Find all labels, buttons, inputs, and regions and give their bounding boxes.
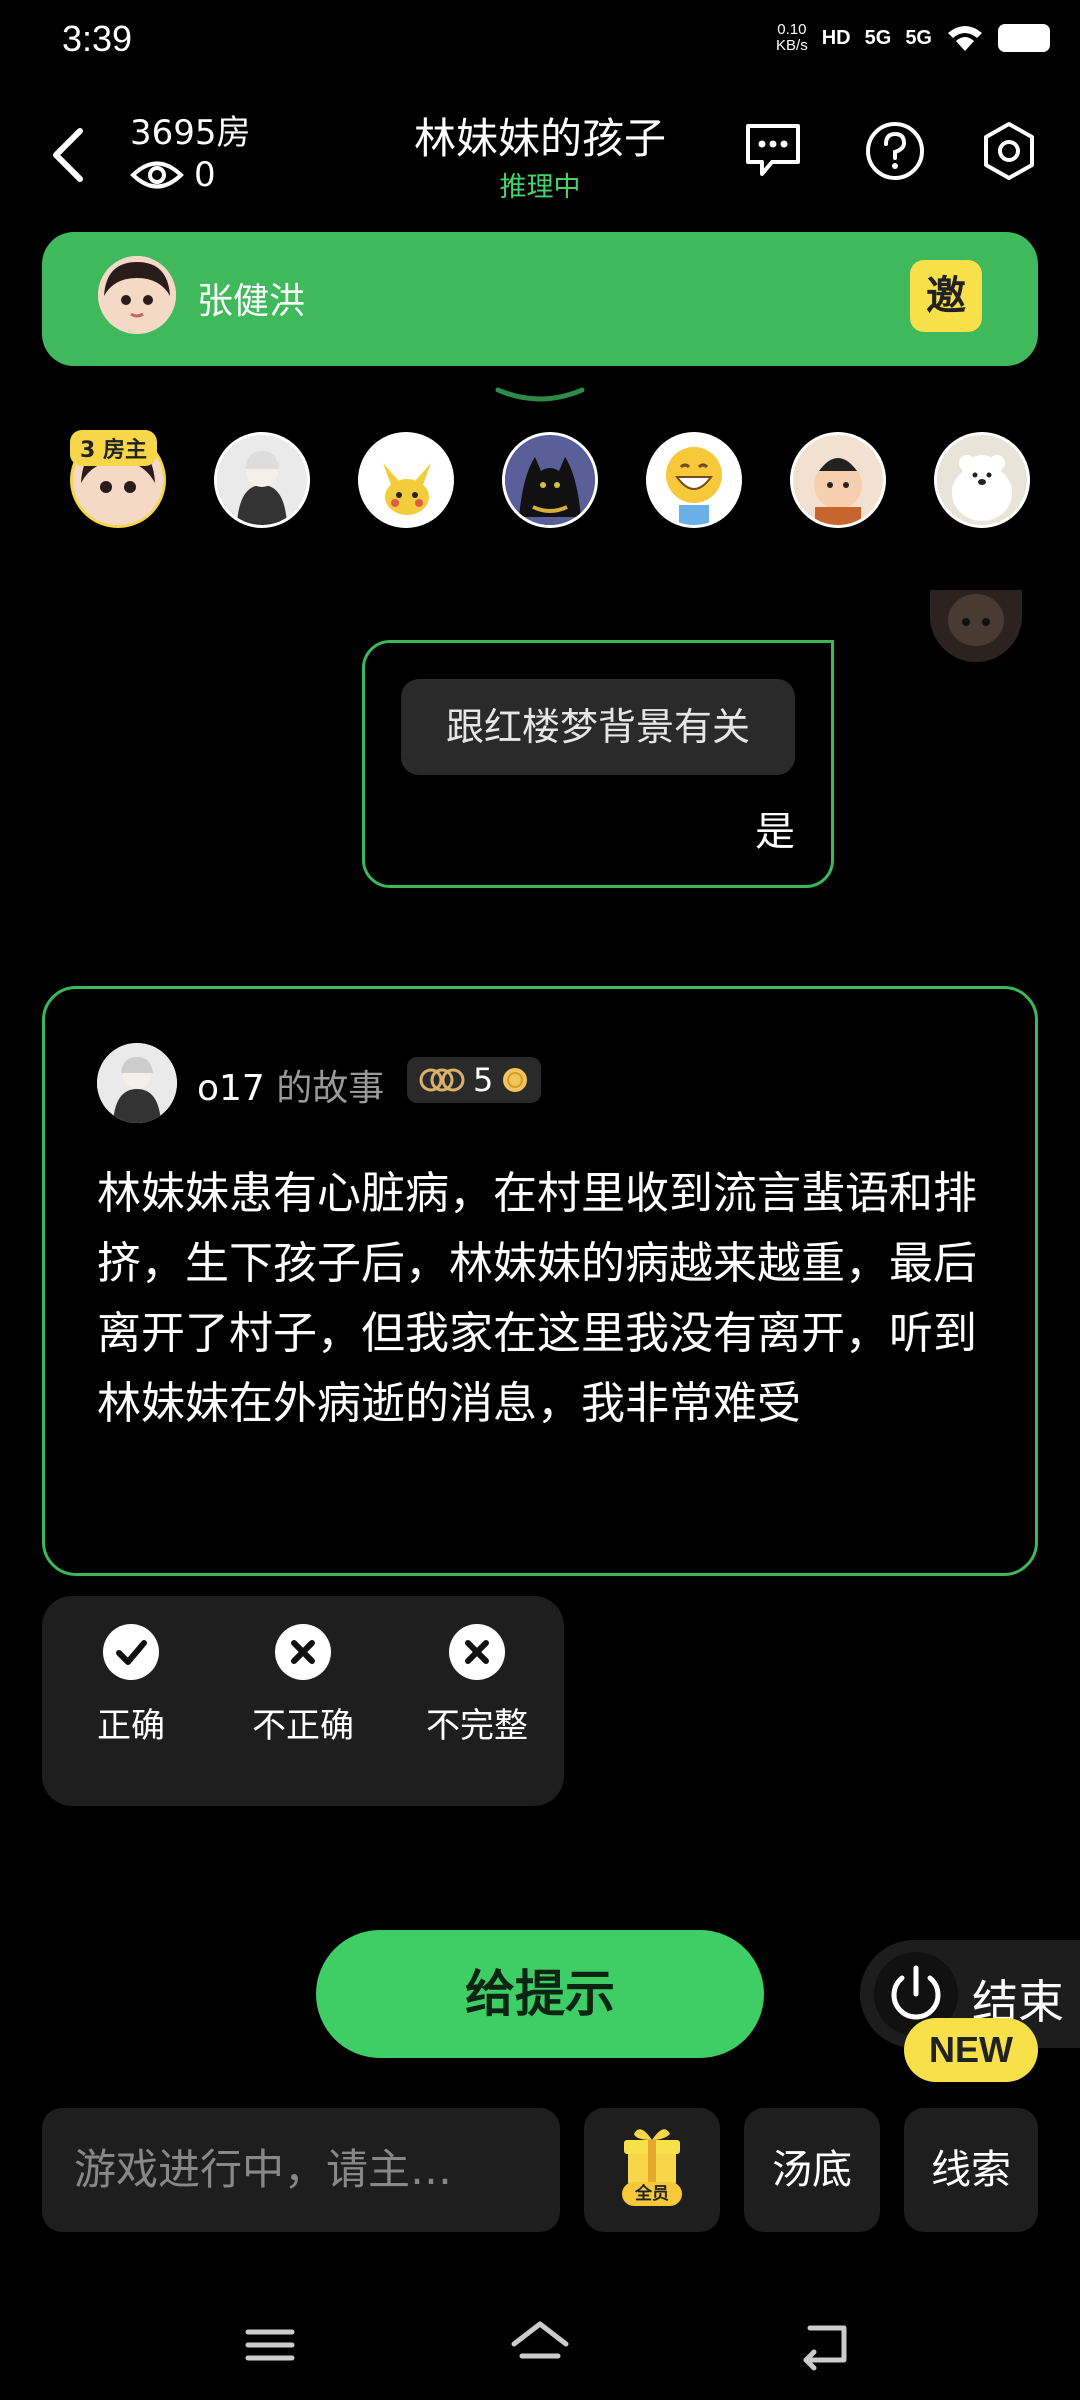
player-avatar-3[interactable] bbox=[358, 432, 454, 528]
story-author: o17 的故事 bbox=[197, 1059, 384, 1111]
home-icon[interactable] bbox=[508, 2316, 572, 2372]
soup-bottom-button[interactable]: 汤底 bbox=[744, 2108, 880, 2232]
cross-icon bbox=[275, 1624, 331, 1680]
hint-button[interactable]: 给提示 bbox=[316, 1930, 764, 2058]
status-icons: 0.10 KB/s HD 5G 5G bbox=[776, 22, 1050, 54]
player-avatar-4[interactable] bbox=[502, 432, 598, 528]
check-icon bbox=[103, 1624, 159, 1680]
partial-cross-icon bbox=[449, 1624, 505, 1680]
menu-icon[interactable] bbox=[240, 2320, 300, 2370]
net-speed: 0.10 KB/s bbox=[776, 21, 808, 54]
status-bar: 3:39 0.10 KB/s HD 5G 5G bbox=[0, 0, 1080, 90]
reward-count: 5 bbox=[473, 1061, 494, 1099]
signal-1: 5G bbox=[864, 26, 892, 49]
correct-button[interactable]: 正确 bbox=[46, 1624, 216, 1747]
system-nav-bar bbox=[0, 2300, 1080, 2400]
player-avatar-2[interactable] bbox=[214, 432, 310, 528]
invite-button[interactable]: 邀 bbox=[910, 260, 982, 332]
player-avatar-6[interactable] bbox=[790, 432, 886, 528]
message-input[interactable]: 游戏进行中，请主… bbox=[42, 2108, 560, 2232]
incorrect-label: 不正确 bbox=[252, 1706, 354, 1746]
judge-actions: 正确 不正确 不完整 bbox=[42, 1596, 564, 1806]
incomplete-label: 不完整 bbox=[426, 1706, 528, 1746]
battery-icon bbox=[998, 24, 1050, 52]
settings-icon[interactable] bbox=[978, 120, 1040, 182]
incorrect-button[interactable]: 不正确 bbox=[218, 1624, 388, 1747]
gift-tag: 全员 bbox=[635, 2184, 669, 2204]
asker-avatar bbox=[930, 590, 1022, 662]
question-card: 跟红楼梦背景有关 是 bbox=[362, 640, 834, 888]
incomplete-button[interactable]: 不完整 bbox=[392, 1624, 562, 1747]
story-reward-badge: 5 bbox=[407, 1057, 542, 1103]
host-name: 张健洪 bbox=[197, 281, 306, 322]
host-bar[interactable]: 张健洪 邀 bbox=[42, 232, 1038, 366]
collapse-chevron-icon[interactable] bbox=[494, 386, 586, 404]
signal-2: 5G bbox=[905, 26, 932, 49]
top-bar: 3695房 0 林妹妹的孩子 推理中 bbox=[0, 95, 1080, 205]
story-text: 林妹妹患有心脏病，在村里收到流言蜚语和排挤，生下孩子后，林妹妹的病越来越重，最后… bbox=[97, 1168, 977, 1429]
owner-badge: 3 房主 bbox=[70, 430, 157, 466]
coin-icon bbox=[503, 1068, 528, 1092]
player-avatar-5[interactable] bbox=[646, 432, 742, 528]
help-icon[interactable] bbox=[864, 120, 926, 182]
story-label: 的故事 bbox=[276, 1068, 385, 1109]
status-time: 3:39 bbox=[62, 18, 133, 59]
clue-button[interactable]: 线索 bbox=[904, 2108, 1038, 2232]
question-text: 跟红楼梦背景有关 bbox=[401, 679, 795, 775]
story-username: o17 bbox=[197, 1068, 265, 1109]
correct-label: 正确 bbox=[97, 1706, 165, 1746]
player-avatars bbox=[68, 432, 1038, 532]
new-badge: NEW bbox=[904, 2018, 1038, 2082]
player-avatar-7[interactable] bbox=[934, 432, 1030, 528]
wifi-icon bbox=[948, 26, 982, 51]
host-avatar[interactable] bbox=[98, 256, 176, 334]
gift-button[interactable]: 全员 bbox=[584, 2108, 720, 2232]
story-user-avatar[interactable] bbox=[97, 1043, 177, 1123]
chat-bubble-icon[interactable] bbox=[742, 120, 804, 182]
hd-badge: HD bbox=[821, 26, 851, 49]
gift-icon bbox=[622, 2129, 682, 2206]
question-answer: 是 bbox=[755, 809, 795, 855]
back-nav-icon[interactable] bbox=[796, 2316, 856, 2372]
666-icon bbox=[419, 1068, 465, 1092]
story-card: o17 的故事 5 林妹妹患有心脏病，在村里收到流言蜚语和排挤，生下孩子后，林妹… bbox=[42, 986, 1038, 1576]
